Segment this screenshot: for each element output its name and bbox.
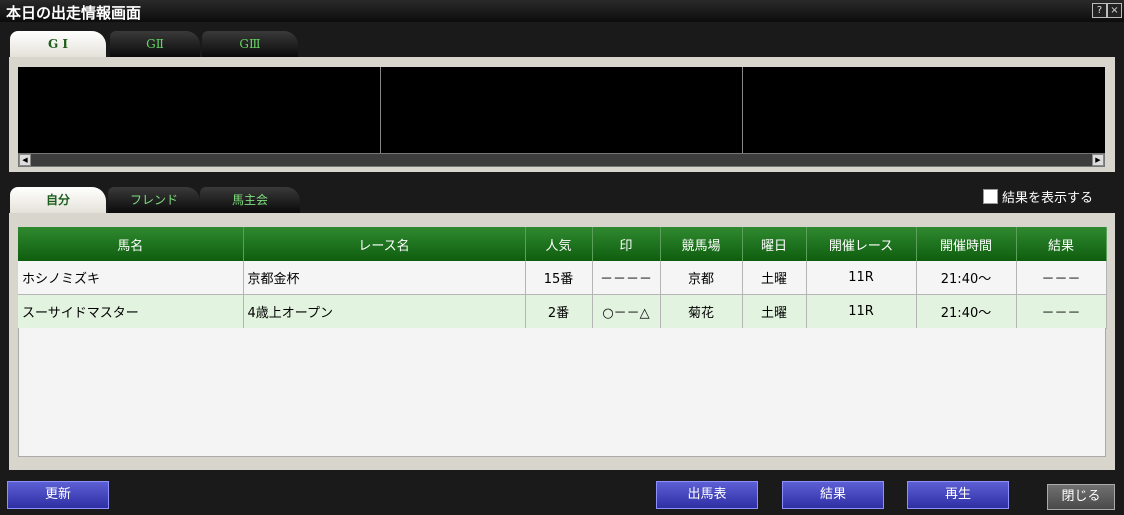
help-button[interactable]: ? <box>1092 3 1107 18</box>
checkbox-box[interactable] <box>983 189 998 204</box>
col-header[interactable]: 人気 <box>525 227 593 261</box>
tab-g1[interactable]: G I <box>10 31 106 57</box>
col-header[interactable]: レース名 <box>243 227 526 261</box>
result-button[interactable]: 結果 <box>782 481 884 509</box>
day-cell: 土曜 <box>742 261 807 295</box>
horse-name-cell: ホシノミズキ <box>18 261 244 295</box>
col-header[interactable]: 開催時間 <box>916 227 1017 261</box>
tab-g3[interactable]: GⅢ <box>202 31 298 57</box>
race-video-panel: ◀ ▶ <box>9 57 1115 172</box>
mark-cell: －－－－ <box>592 261 661 295</box>
close-window-icon[interactable]: × <box>1107 3 1122 18</box>
race-video-area <box>18 67 1105 153</box>
table-row[interactable]: ホシノミズキ 京都金杯 15番 －－－－ 京都 土曜 11R 21:40～ －－… <box>18 261 1107 295</box>
col-header[interactable]: 曜日 <box>742 227 807 261</box>
table-empty-area <box>18 328 1106 457</box>
tab-owners-club[interactable]: 馬主会 <box>200 187 300 213</box>
col-header[interactable]: 馬名 <box>18 227 244 261</box>
race-number-cell: 11R <box>806 294 917 329</box>
race-time-cell: 21:40～ <box>916 261 1017 295</box>
horse-name-cell: スーサイドマスター <box>18 294 244 329</box>
col-header[interactable]: 競馬場 <box>660 227 743 261</box>
col-header[interactable]: 開催レース <box>806 227 917 261</box>
horizontal-scrollbar[interactable]: ◀ ▶ <box>18 153 1105 167</box>
result-cell: －－－ <box>1016 294 1107 329</box>
racecourse-cell: 菊花 <box>660 294 743 329</box>
title-bar: 本日の出走情報画面 ? × <box>0 0 1124 22</box>
popularity-cell: 15番 <box>525 261 593 295</box>
scroll-left-icon[interactable]: ◀ <box>19 154 31 166</box>
racecourse-cell: 京都 <box>660 261 743 295</box>
video-divider <box>380 67 381 153</box>
replay-button[interactable]: 再生 <box>907 481 1009 509</box>
col-header[interactable]: 結果 <box>1016 227 1107 261</box>
refresh-button[interactable]: 更新 <box>7 481 109 509</box>
scroll-right-icon[interactable]: ▶ <box>1092 154 1104 166</box>
table-header-row: 馬名 レース名 人気 印 競馬場 曜日 開催レース 開催時間 結果 <box>18 227 1107 261</box>
show-results-label: 結果を表示する <box>1002 191 1094 206</box>
mark-cell: ○－－△ <box>592 294 661 329</box>
tab-friend[interactable]: フレンド <box>108 187 200 213</box>
entries-panel: 馬名 レース名 人気 印 競馬場 曜日 開催レース 開催時間 結果 ホシノミズキ… <box>9 213 1115 470</box>
tab-self[interactable]: 自分 <box>10 187 106 213</box>
show-results-checkbox[interactable]: 結果を表示する <box>983 187 1093 206</box>
race-card-button[interactable]: 出馬表 <box>656 481 758 509</box>
window-title: 本日の出走情報画面 <box>6 4 142 22</box>
table-row[interactable]: スーサイドマスター 4歳上オープン 2番 ○－－△ 菊花 土曜 11R 21:4… <box>18 294 1107 329</box>
race-name-cell: 京都金杯 <box>243 261 526 295</box>
race-time-cell: 21:40～ <box>916 294 1017 329</box>
close-button[interactable]: 閉じる <box>1047 484 1115 510</box>
day-cell: 土曜 <box>742 294 807 329</box>
result-cell: －－－ <box>1016 261 1107 295</box>
race-number-cell: 11R <box>806 261 917 295</box>
col-header[interactable]: 印 <box>592 227 661 261</box>
popularity-cell: 2番 <box>525 294 593 329</box>
race-name-cell: 4歳上オープン <box>243 294 526 329</box>
video-divider <box>742 67 743 153</box>
entries-table: 馬名 レース名 人気 印 競馬場 曜日 開催レース 開催時間 結果 ホシノミズキ… <box>18 227 1107 329</box>
tab-g2[interactable]: GⅡ <box>110 31 200 57</box>
